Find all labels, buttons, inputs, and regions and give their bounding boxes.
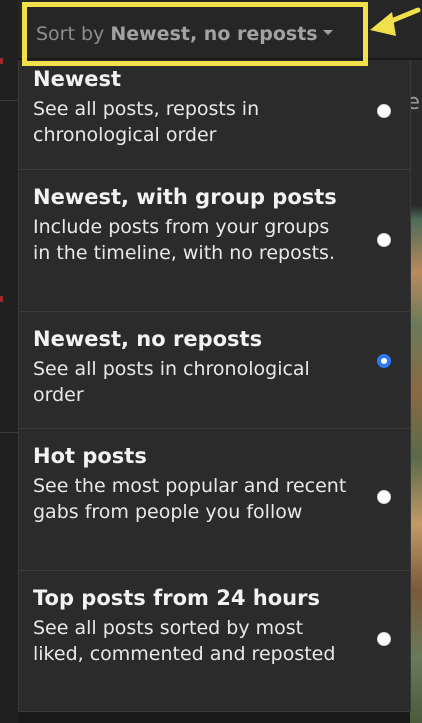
sort-option-top-posts-24-hours[interactable]: Top posts from 24 hours See all posts so… (19, 571, 410, 711)
option-description: See the most popular and recent gabs fro… (33, 475, 347, 523)
radio-button[interactable] (377, 490, 391, 504)
option-title: Hot posts (33, 444, 147, 468)
radio-button[interactable] (377, 632, 391, 646)
radio-button[interactable] (377, 354, 391, 368)
sort-dropdown-toggle[interactable]: Sort by Newest, no reposts (22, 2, 368, 66)
sort-option-newest[interactable]: Newest See all posts, reposts in chronol… (19, 60, 410, 170)
notification-dot (0, 58, 3, 64)
radio-button[interactable] (377, 233, 391, 247)
option-description: See all posts, reposts in chronological … (33, 98, 260, 146)
divider (0, 100, 18, 101)
sort-option-newest-no-reposts[interactable]: Newest, no reposts See all posts in chro… (19, 312, 410, 429)
left-sidebar-edge (0, 0, 18, 723)
caret-down-icon (322, 30, 333, 35)
notification-dot (0, 296, 3, 302)
annotation-arrow-icon (370, 7, 421, 36)
sort-prefix: Sort by (36, 23, 105, 45)
radio-button[interactable] (377, 104, 391, 118)
option-description: Include posts from your groups in the ti… (33, 216, 335, 264)
sort-option-newest-with-group-posts[interactable]: Newest, with group posts Include posts f… (19, 170, 410, 312)
background-image-strip (410, 60, 422, 723)
option-description: See all posts in chronological order (33, 358, 310, 406)
sort-option-hot-posts[interactable]: Hot posts See the most popular and recen… (19, 429, 410, 571)
option-title: Newest (33, 67, 121, 91)
option-title: Newest, no reposts (33, 327, 263, 351)
option-description: See all posts sorted by most liked, comm… (33, 617, 336, 665)
option-title: Top posts from 24 hours (33, 586, 320, 610)
sort-current-value: Newest, no reposts (110, 23, 318, 45)
option-title: Newest, with group posts (33, 185, 337, 209)
divider (0, 432, 18, 433)
sort-dropdown-menu: Newest See all posts, reposts in chronol… (18, 60, 411, 712)
sort-label: Sort by Newest, no reposts (36, 23, 333, 45)
